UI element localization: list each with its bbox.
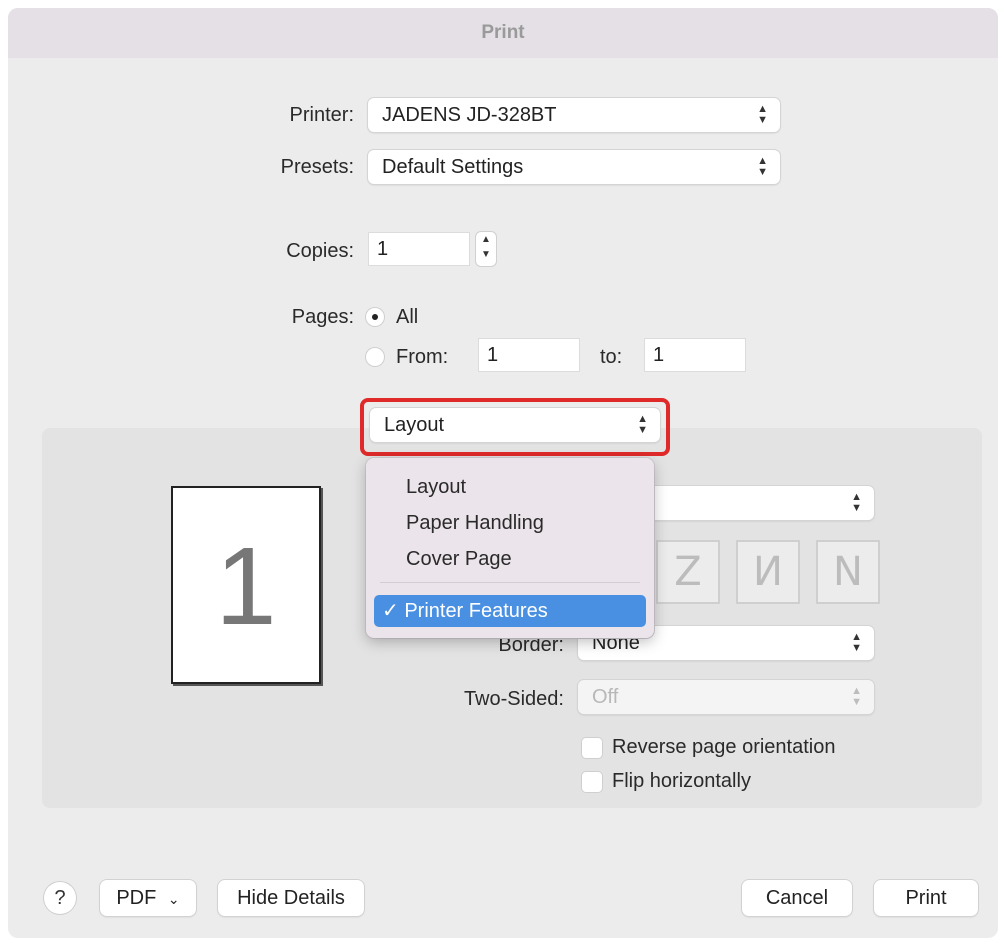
reverse-orientation-checkbox[interactable]: [582, 738, 602, 758]
flip-horizontally-label: Flip horizontally: [612, 770, 751, 792]
pages-from-radio[interactable]: [366, 348, 384, 366]
pages-label: Pages:: [291, 306, 354, 328]
pdf-menu-button[interactable]: PDF ⌄: [100, 880, 196, 916]
pages-all-radio[interactable]: [366, 308, 384, 326]
copies-label: Copies:: [286, 240, 354, 262]
cancel-button[interactable]: Cancel: [742, 880, 852, 916]
print-dialog: Print Printer: JADENS JD-328BT ▲ ▼ Preset…: [8, 8, 998, 938]
section-dropdown-menu: Layout Paper Handling Cover Page ✓ Print…: [366, 458, 654, 638]
two-sided-value: Off: [592, 686, 619, 708]
updown-chevron-icon: ▲ ▼: [851, 685, 862, 708]
printer-label: Printer:: [289, 104, 354, 126]
presets-label: Presets:: [280, 156, 354, 178]
reverse-orientation-label: Reverse page orientation: [612, 736, 836, 758]
hide-details-button[interactable]: Hide Details: [218, 880, 364, 916]
highlight-box: [360, 398, 670, 456]
updown-chevron-icon: ▲ ▼: [851, 631, 862, 654]
chevron-down-icon: ⌄: [167, 891, 180, 907]
printer-select[interactable]: JADENS JD-328BT ▲ ▼: [368, 98, 780, 132]
presets-value: Default Settings: [382, 156, 524, 178]
flip-horizontally-checkbox[interactable]: [582, 772, 602, 792]
copies-stepper[interactable]: ▲ ▼: [476, 232, 496, 266]
layout-direction-n-icon[interactable]: N: [816, 540, 880, 604]
two-sided-label: Two-Sided:: [463, 688, 564, 710]
copies-input[interactable]: 1: [368, 232, 470, 266]
layout-direction-reverse-n-icon[interactable]: И: [736, 540, 800, 604]
menu-separator: [380, 582, 640, 583]
page-preview: 1: [171, 486, 321, 684]
two-sided-select: Off ▲ ▼: [578, 680, 874, 714]
printer-value: JADENS JD-328BT: [382, 104, 557, 126]
pages-from-label: From:: [396, 346, 449, 368]
menu-item-cover-page[interactable]: Cover Page: [406, 548, 512, 571]
pages-to-label: to:: [600, 346, 623, 368]
help-button[interactable]: ?: [44, 882, 76, 914]
menu-item-paper-handling[interactable]: Paper Handling: [406, 512, 544, 535]
pages-from-input[interactable]: 1: [478, 338, 580, 372]
window-title: Print: [8, 8, 998, 58]
menu-item-printer-features[interactable]: ✓ Printer Features: [374, 595, 646, 627]
layout-direction-z-icon[interactable]: Z: [656, 540, 720, 604]
updown-chevron-icon: ▲ ▼: [757, 103, 768, 126]
updown-chevron-icon: ▲ ▼: [851, 491, 862, 514]
updown-chevron-icon: ▲ ▼: [757, 155, 768, 178]
pages-to-input[interactable]: 1: [644, 338, 746, 372]
pdf-label: PDF: [116, 887, 157, 909]
pages-all-label: All: [396, 306, 419, 328]
presets-select[interactable]: Default Settings ▲ ▼: [368, 150, 780, 184]
menu-item-layout[interactable]: Layout: [406, 476, 466, 499]
print-button[interactable]: Print: [874, 880, 978, 916]
